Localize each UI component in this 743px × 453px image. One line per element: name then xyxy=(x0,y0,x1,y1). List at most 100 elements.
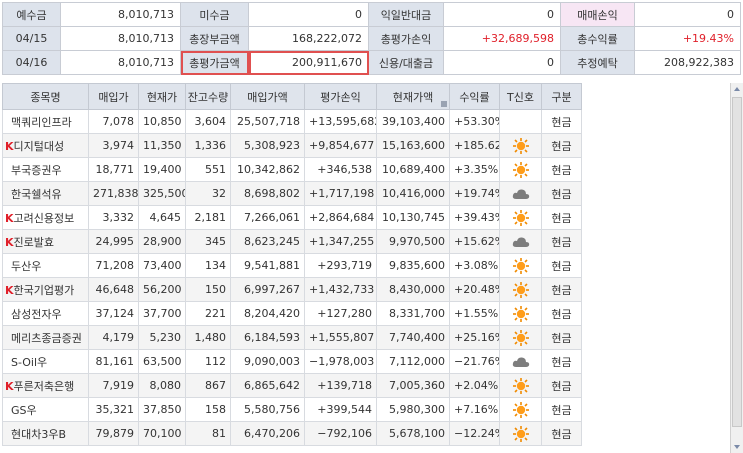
sun-icon xyxy=(511,401,531,419)
holdings-table: 종목명 매입가 현재가 잔고수량 매입가액 평가손익 현재가액 수익률 T신호 구분 맥쿼리인프라… xyxy=(2,83,582,446)
col-header-type[interactable]: 구분 xyxy=(541,83,582,110)
cell-qty: 2,181 xyxy=(185,205,231,230)
stock-name: 한국쉘석유 xyxy=(11,187,62,201)
stock-name-cell[interactable]: K푸른저축은행 xyxy=(2,373,89,398)
cell-type: 현금 xyxy=(541,253,582,278)
deposit-value: 8,010,713 xyxy=(60,2,181,27)
cell-buyamt: 9,541,881 xyxy=(230,253,305,278)
col-header-current-price[interactable]: 현재가 xyxy=(138,83,186,110)
cell-pl: +1,717,198 xyxy=(304,181,377,206)
cell-signal xyxy=(499,181,542,206)
table-row[interactable]: 한국쉘석유 271,838 325,500 32 8,698,802 +1,717,198… xyxy=(2,181,582,206)
cell-pl: +13,595,682 xyxy=(304,109,377,134)
stock-name-cell[interactable]: 한국쉘석유 xyxy=(2,181,89,206)
cell-qty: 867 xyxy=(185,373,231,398)
stock-name-cell[interactable]: K진로발효 xyxy=(2,229,89,254)
stock-name-cell[interactable]: 부국증권우 xyxy=(2,157,89,182)
cell-buyamt: 6,865,642 xyxy=(230,373,305,398)
stock-name: 진로발효 xyxy=(13,235,55,249)
cell-buy: 3,974 xyxy=(88,133,139,158)
stock-name-cell[interactable]: K한국기업평가 xyxy=(2,277,89,302)
cell-type: 현금 xyxy=(541,325,582,350)
cell-curamt: 9,970,500 xyxy=(376,229,450,254)
col-header-eval-pl[interactable]: 평가손익 xyxy=(304,83,377,110)
cell-rate: +19.74% xyxy=(449,181,500,206)
cell-signal xyxy=(499,277,542,302)
cell-qty: 112 xyxy=(185,349,231,374)
cell-pl: +1,432,733 xyxy=(304,277,377,302)
date-label-2: 04/16 xyxy=(2,50,61,75)
cell-type: 현금 xyxy=(541,397,582,422)
stock-name-cell[interactable]: 현대차3우B xyxy=(2,421,89,446)
cell-pl: +139,718 xyxy=(304,373,377,398)
cell-buy: 24,995 xyxy=(88,229,139,254)
table-row[interactable]: 현대차3우B 79,879 70,100 81 6,470,206 −792,106 5,6… xyxy=(2,421,582,446)
stock-name-cell[interactable]: K디지털대성 xyxy=(2,133,89,158)
col-header-quantity[interactable]: 잔고수량 xyxy=(185,83,231,110)
cell-pl: −792,106 xyxy=(304,421,377,446)
sun-icon xyxy=(511,425,531,443)
cell-cur: 19,400 xyxy=(138,157,186,182)
table-row[interactable]: K진로발효 24,995 28,900 345 8,623,245 +1,347,255 9… xyxy=(2,229,582,254)
stock-name-cell[interactable]: GS우 xyxy=(2,397,89,422)
col-header-t-signal[interactable]: T신호 xyxy=(499,83,542,110)
stock-name-cell[interactable]: 삼성전자우 xyxy=(2,301,89,326)
table-row[interactable]: 두산우 71,208 73,400 134 9,541,881 +293,719 9,835… xyxy=(2,253,582,278)
date-value-2: 8,010,713 xyxy=(60,50,181,75)
cell-pl: +399,544 xyxy=(304,397,377,422)
holdings-header: 종목명 매입가 현재가 잔고수량 매입가액 평가손익 현재가액 수익률 T신호 구분 xyxy=(2,83,582,110)
unpaid-value: 0 xyxy=(248,2,369,27)
col-header-buy-price[interactable]: 매입가 xyxy=(88,83,139,110)
stock-name-cell[interactable]: 메리츠종금증권 xyxy=(2,325,89,350)
table-row[interactable]: K한국기업평가 46,648 56,200 150 6,997,267 +1,432,73… xyxy=(2,277,582,302)
cell-signal xyxy=(499,253,542,278)
scroll-down-icon[interactable] xyxy=(733,443,741,451)
book-amount-label: 총장부금액 xyxy=(180,26,249,51)
cell-buy: 35,321 xyxy=(88,397,139,422)
date-value-1: 8,010,713 xyxy=(60,26,181,51)
col-header-return-rate[interactable]: 수익률 xyxy=(449,83,500,110)
cell-type: 현금 xyxy=(541,133,582,158)
vertical-scrollbar[interactable] xyxy=(730,83,743,453)
table-row[interactable]: 맥쿼리인프라 7,078 10,850 3,604 25,507,718 +13,595,… xyxy=(2,109,582,134)
cell-cur: 73,400 xyxy=(138,253,186,278)
cell-type: 현금 xyxy=(541,421,582,446)
table-row[interactable]: K푸른저축은행 7,919 8,080 867 6,865,642 +139,718 7,0… xyxy=(2,373,582,398)
kosdaq-marker: K xyxy=(5,283,14,297)
col-header-buy-amount[interactable]: 매입가액 xyxy=(230,83,305,110)
cell-rate: +185.62% xyxy=(449,133,500,158)
cell-buyamt: 6,470,206 xyxy=(230,421,305,446)
cell-cur: 10,850 xyxy=(138,109,186,134)
table-row[interactable]: 부국증권우 18,771 19,400 551 10,342,862 +346,538 10… xyxy=(2,157,582,182)
stock-name-cell[interactable]: 두산우 xyxy=(2,253,89,278)
cell-buyamt: 10,342,862 xyxy=(230,157,305,182)
cell-buyamt: 5,308,923 xyxy=(230,133,305,158)
cell-qty: 32 xyxy=(185,181,231,206)
stock-name-cell[interactable]: 맥쿼리인프라 xyxy=(2,109,89,134)
cell-cur: 5,230 xyxy=(138,325,186,350)
scroll-up-icon[interactable] xyxy=(733,85,741,93)
cell-rate: +20.48% xyxy=(449,277,500,302)
sun-icon xyxy=(511,329,531,347)
cell-qty: 81 xyxy=(185,421,231,446)
scrollbar-thumb[interactable] xyxy=(732,97,742,427)
col-header-current-amount[interactable]: 현재가액 xyxy=(376,83,450,110)
sort-indicator-icon[interactable] xyxy=(441,101,447,107)
cell-buy: 46,648 xyxy=(88,277,139,302)
cell-type: 현금 xyxy=(541,181,582,206)
table-row[interactable]: GS우 35,321 37,850 158 5,580,756 +399,544 5,980… xyxy=(2,397,582,422)
table-row[interactable]: 메리츠종금증권 4,179 5,230 1,480 6,184,593 +1,555,80… xyxy=(2,325,582,350)
stock-name-cell[interactable]: K고려신용정보 xyxy=(2,205,89,230)
cell-curamt: 7,112,000 xyxy=(376,349,450,374)
col-header-name[interactable]: 종목명 xyxy=(2,83,89,110)
cell-buyamt: 8,698,802 xyxy=(230,181,305,206)
table-row[interactable]: K디지털대성 3,974 11,350 1,336 5,308,923 +9,854,67… xyxy=(2,133,582,158)
cell-curamt: 7,740,400 xyxy=(376,325,450,350)
sun-icon xyxy=(511,161,531,179)
stock-name-cell[interactable]: S-Oil우 xyxy=(2,349,89,374)
cell-buy: 7,078 xyxy=(88,109,139,134)
table-row[interactable]: S-Oil우 81,161 63,500 112 9,090,003 −1,978,003… xyxy=(2,349,582,374)
table-row[interactable]: K고려신용정보 3,332 4,645 2,181 7,266,061 +2,864,68… xyxy=(2,205,582,230)
cell-signal xyxy=(499,205,542,230)
table-row[interactable]: 삼성전자우 37,124 37,700 221 8,204,420 +127,280 8,3… xyxy=(2,301,582,326)
